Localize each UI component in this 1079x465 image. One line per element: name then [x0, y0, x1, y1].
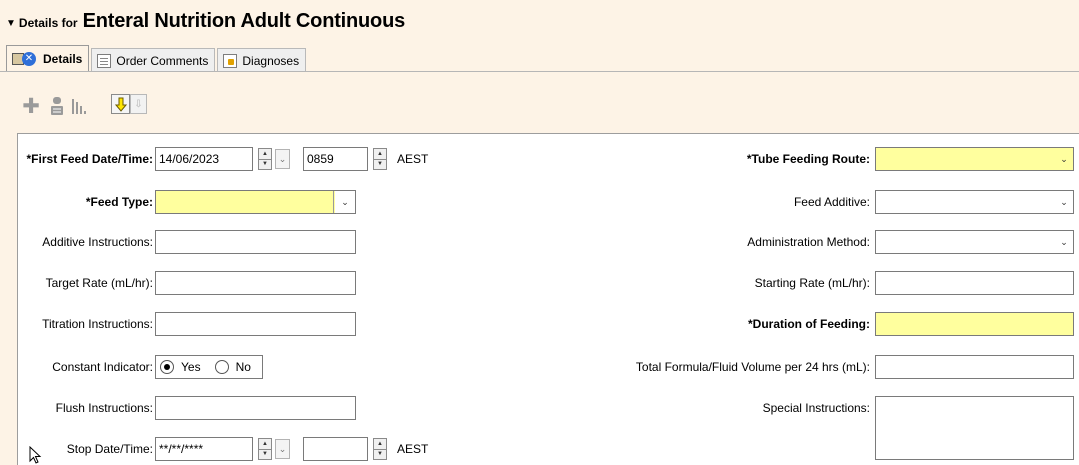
feed-type-select[interactable] [155, 190, 356, 214]
diagnoses-icon [223, 53, 238, 68]
tab-diagnoses-label: Diagnoses [242, 53, 300, 68]
first-feed-label: *First Feed Date/Time: [26, 152, 153, 166]
tube-feeding-route-label: *Tube Feeding Route: [746, 152, 870, 166]
first-feed-date-input[interactable]: 14/06/2023 [155, 147, 253, 171]
tab-order-comments-label: Order Comments [116, 53, 209, 68]
administration-method-label: Administration Method: [747, 235, 870, 249]
details-header[interactable]: ▼ Details for Enteral Nutrition Adult Co… [6, 10, 405, 36]
first-feed-time-spinner[interactable]: ▲ ▼ [373, 148, 387, 170]
starting-rate-label: Starting Rate (mL/hr): [754, 276, 870, 290]
titration-instructions-input[interactable] [155, 312, 356, 336]
total-volume-label: Total Formula/Fluid Volume per 24 hrs (m… [635, 360, 870, 374]
feed-additive-label: Feed Additive: [793, 195, 870, 209]
additive-instructions-input[interactable] [155, 230, 356, 254]
tab-diagnoses[interactable]: Diagnoses [217, 48, 307, 72]
constant-indicator-group: Yes No [155, 355, 263, 379]
move-down-button[interactable] [111, 94, 130, 114]
constant-yes-label[interactable]: Yes [181, 360, 201, 374]
special-instructions-textarea[interactable] [875, 396, 1074, 460]
administration-method-dropdown-icon[interactable]: ⌄ [1054, 231, 1074, 253]
feed-additive-dropdown-icon[interactable]: ⌄ [1054, 191, 1074, 213]
constant-no-label[interactable]: No [236, 360, 251, 374]
titration-instructions-label: Titration Instructions: [42, 317, 153, 331]
tab-order-comments[interactable]: Order Comments [91, 48, 216, 72]
first-feed-timezone: AEST [397, 152, 429, 166]
flush-instructions-label: Flush Instructions: [55, 401, 153, 415]
add-icon[interactable]: ✚ [22, 96, 40, 117]
starting-rate-input[interactable] [875, 271, 1074, 295]
medication-icon[interactable] [48, 96, 66, 116]
target-rate-label: Target Rate (mL/hr): [45, 276, 153, 290]
move-down-alt-button[interactable]: ⇩ [130, 94, 147, 114]
constant-indicator-label: Constant Indicator: [52, 360, 153, 374]
mouse-cursor-icon [29, 446, 42, 464]
order-title: Enteral Nutrition Adult Continuous [82, 10, 406, 32]
stop-date-spinner[interactable]: ▲ ▼ [258, 438, 272, 460]
feed-type-dropdown-icon[interactable]: ⌄ [335, 191, 355, 213]
stop-date-calendar-dropdown[interactable]: ⌄ [275, 439, 290, 459]
stop-timezone: AEST [397, 442, 429, 456]
stop-time-spinner[interactable]: ▲ ▼ [373, 438, 387, 460]
tab-details[interactable]: ✕ Details [6, 45, 90, 72]
details-icon: ✕ [12, 52, 38, 66]
tube-feeding-route-select[interactable] [875, 147, 1074, 171]
feed-type-label: *Feed Type: [85, 195, 153, 209]
collapse-toggle-icon[interactable]: ▼ [6, 18, 16, 29]
feed-type-divider [333, 191, 334, 213]
target-rate-input[interactable] [155, 271, 356, 295]
duration-of-feeding-input[interactable] [875, 312, 1074, 336]
constant-yes-radio[interactable] [160, 360, 174, 374]
tab-divider [0, 71, 1079, 72]
flush-instructions-input[interactable] [155, 396, 356, 420]
stop-time-input[interactable] [303, 437, 368, 461]
tube-feeding-route-dropdown-icon[interactable]: ⌄ [1054, 148, 1074, 170]
tab-details-label: Details [43, 52, 83, 66]
constant-no-radio[interactable] [214, 360, 229, 374]
additive-instructions-label: Additive Instructions: [42, 235, 153, 249]
details-prefix: Details for [18, 16, 78, 30]
special-instructions-label: Special Instructions: [762, 401, 870, 415]
first-feed-calendar-dropdown[interactable]: ⌄ [275, 149, 290, 169]
feed-additive-select[interactable] [875, 190, 1074, 214]
administration-method-select[interactable] [875, 230, 1074, 254]
chart-bars-icon[interactable] [70, 96, 88, 116]
tab-bar: ✕ Details Order Comments Diagnoses [6, 45, 308, 72]
order-comments-icon [97, 53, 112, 68]
total-volume-input[interactable] [875, 355, 1074, 379]
duration-of-feeding-label: *Duration of Feeding: [748, 317, 870, 331]
first-feed-time-input[interactable]: 0859 [303, 147, 368, 171]
first-feed-date-spinner[interactable]: ▲ ▼ [258, 148, 272, 170]
stop-date-input[interactable]: **/**/**** [155, 437, 253, 461]
